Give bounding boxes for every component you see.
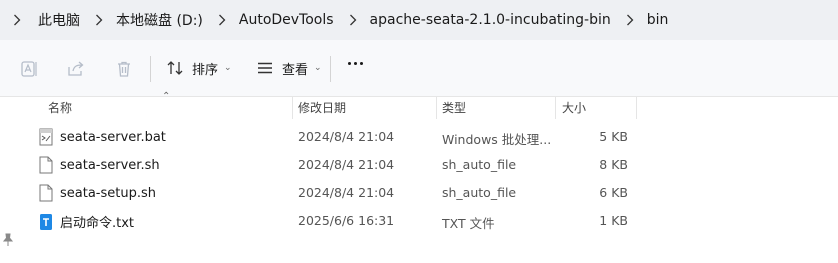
file-row[interactable]: seata-setup.sh 2024/8/4 21:04 sh_auto_fi… bbox=[0, 179, 838, 207]
view-label: 查看 bbox=[282, 62, 309, 78]
file-type: sh_auto_file bbox=[442, 157, 517, 172]
file-date: 2025/6/6 16:31 bbox=[298, 213, 395, 228]
breadcrumb-item-this-pc[interactable]: 此电脑 bbox=[30, 10, 90, 30]
delete-icon[interactable] bbox=[113, 58, 135, 80]
breadcrumb-item-bin[interactable]: bin bbox=[639, 12, 679, 28]
column-header-size[interactable]: 大小 bbox=[562, 99, 586, 116]
share-icon[interactable] bbox=[65, 58, 87, 80]
view-icon bbox=[258, 62, 272, 74]
pin-icon[interactable] bbox=[2, 232, 14, 246]
chevron-down-icon: ⌄ bbox=[314, 63, 322, 73]
file-name: seata-server.bat bbox=[60, 129, 166, 145]
text-file-icon bbox=[38, 213, 54, 231]
chevron-right-icon[interactable] bbox=[344, 12, 362, 28]
sort-ascending-icon: ⌃ bbox=[162, 91, 171, 102]
column-divider[interactable] bbox=[436, 97, 437, 119]
file-name: 启动命令.txt bbox=[60, 216, 135, 231]
file-type: TXT 文件 bbox=[442, 216, 495, 231]
toolbar-divider bbox=[150, 56, 151, 82]
batch-file-icon bbox=[38, 128, 54, 146]
file-date: 2024/8/4 21:04 bbox=[298, 157, 395, 172]
chevron-down-icon: ⌄ bbox=[224, 63, 232, 73]
file-icon bbox=[38, 156, 54, 174]
breadcrumb-item-seata-folder[interactable]: apache-seata-2.1.0-incubating-bin bbox=[362, 12, 621, 28]
file-date: 2024/8/4 21:04 bbox=[298, 129, 395, 144]
column-divider[interactable] bbox=[292, 97, 293, 119]
file-name: seata-server.sh bbox=[60, 157, 160, 173]
chevron-right-icon[interactable] bbox=[621, 12, 639, 28]
command-bar: 排序 ⌄ 查看 ⌄ bbox=[0, 40, 838, 97]
more-icon[interactable] bbox=[348, 62, 363, 65]
column-header-type[interactable]: 类型 bbox=[442, 99, 466, 116]
file-type: Windows 批处理... bbox=[442, 132, 552, 147]
column-header-row: ⌃ 名称 修改日期 类型 大小 bbox=[0, 91, 838, 119]
file-date: 2024/8/4 21:04 bbox=[298, 185, 395, 200]
file-icon bbox=[38, 184, 54, 202]
file-row[interactable]: 启动命令.txt 2025/6/6 16:31 TXT 文件 1 KB bbox=[0, 207, 838, 235]
file-list: ⌃ 名称 修改日期 类型 大小 seata-server.bat 2024/8/… bbox=[0, 91, 838, 263]
file-size: 8 KB bbox=[599, 157, 628, 172]
column-divider[interactable] bbox=[636, 97, 637, 119]
column-header-name[interactable]: 名称 bbox=[48, 99, 72, 116]
file-row[interactable]: seata-server.sh 2024/8/4 21:04 sh_auto_f… bbox=[0, 151, 838, 179]
column-header-date[interactable]: 修改日期 bbox=[298, 99, 346, 116]
breadcrumb-item-autodevtools[interactable]: AutoDevTools bbox=[231, 12, 344, 28]
view-button[interactable]: 查看 ⌄ bbox=[256, 54, 322, 82]
column-divider[interactable] bbox=[555, 97, 556, 119]
chevron-right-icon[interactable] bbox=[8, 12, 26, 28]
sort-button[interactable]: 排序 ⌄ bbox=[166, 54, 232, 82]
file-row[interactable]: seata-server.bat 2024/8/4 21:04 Windows … bbox=[0, 123, 838, 151]
address-bar: 此电脑 本地磁盘 (D:) AutoDevTools apache-seata-… bbox=[0, 0, 838, 40]
breadcrumb-item-drive-d[interactable]: 本地磁盘 (D:) bbox=[108, 10, 213, 30]
rename-icon[interactable] bbox=[18, 58, 40, 80]
file-name: seata-setup.sh bbox=[60, 185, 156, 201]
chevron-right-icon[interactable] bbox=[90, 12, 108, 28]
file-type: sh_auto_file bbox=[442, 185, 517, 200]
chevron-right-icon[interactable] bbox=[213, 12, 231, 28]
file-size: 5 KB bbox=[599, 129, 628, 144]
toolbar-divider bbox=[330, 56, 331, 82]
file-size: 6 KB bbox=[599, 185, 628, 200]
file-size: 1 KB bbox=[599, 213, 628, 228]
sort-icon bbox=[167, 61, 183, 75]
sort-label: 排序 bbox=[192, 62, 219, 78]
